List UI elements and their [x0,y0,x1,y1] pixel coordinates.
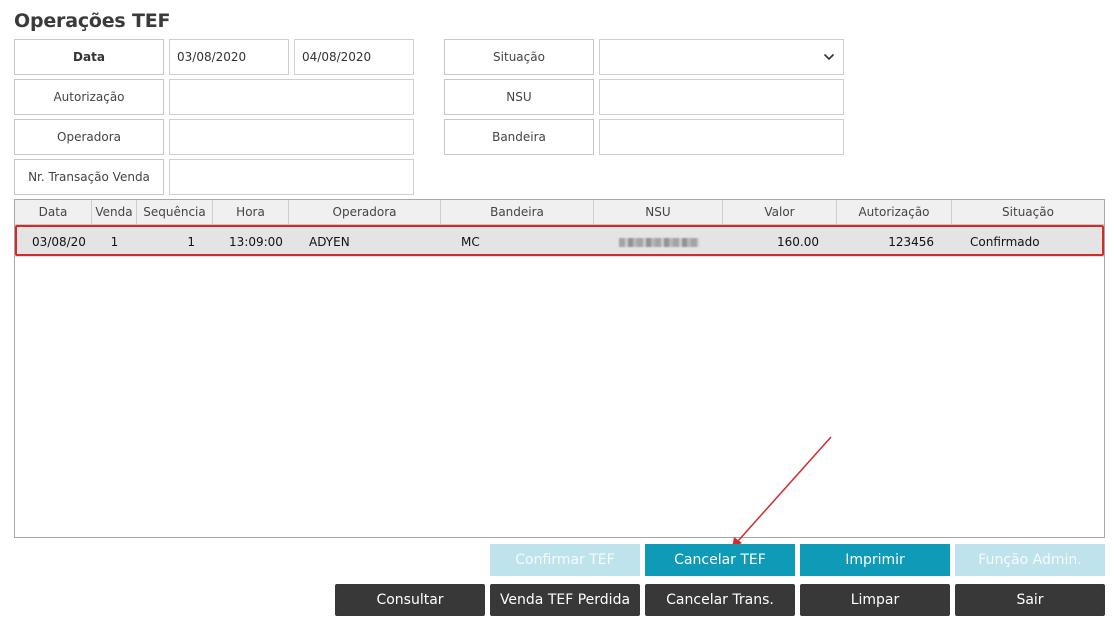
limpar-button[interactable]: Limpar [800,584,950,616]
funcao-admin-button[interactable]: Função Admin. [955,544,1105,576]
annotation-arrow [732,436,832,548]
imprimir-button[interactable]: Imprimir [800,544,950,576]
venda-tef-perdida-button[interactable]: Venda TEF Perdida [490,584,640,616]
cancelar-tef-button[interactable]: Cancelar TEF [645,544,795,576]
sair-button[interactable]: Sair [955,584,1105,616]
confirmar-tef-button[interactable]: Confirmar TEF [490,544,640,576]
consultar-button[interactable]: Consultar [335,584,485,616]
cancelar-trans-button[interactable]: Cancelar Trans. [645,584,795,616]
